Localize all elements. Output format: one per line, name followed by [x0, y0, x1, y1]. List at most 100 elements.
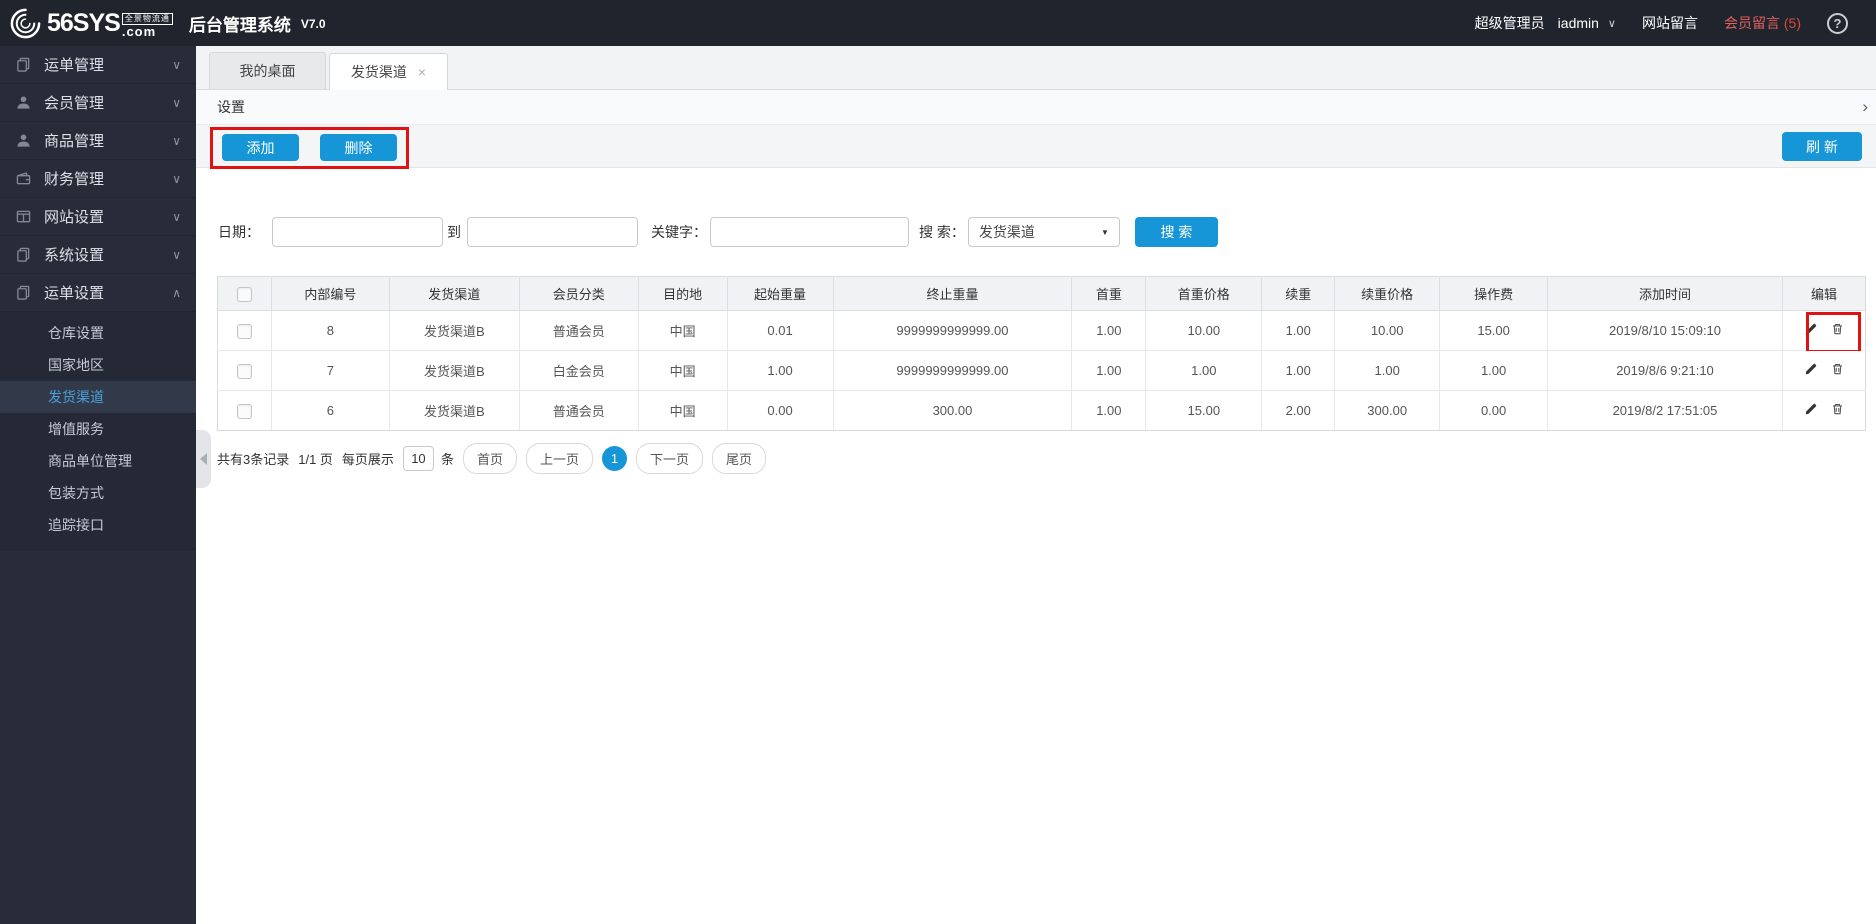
current-page-button[interactable]: 1: [601, 446, 627, 471]
delete-trash-icon[interactable]: [1831, 322, 1844, 336]
first-page-button[interactable]: 首页: [462, 443, 517, 474]
cell-first-price: 1.00: [1145, 350, 1263, 391]
keyword-input[interactable]: [710, 217, 909, 247]
date-from-input[interactable]: [272, 217, 443, 247]
col-destination: 目的地: [637, 276, 728, 311]
next-page-button[interactable]: 下一页: [635, 443, 703, 474]
row-checkbox[interactable]: [236, 403, 252, 419]
cell-added-time: 2019/8/2 17:51:05: [1547, 390, 1783, 431]
sidebar-collapse-handle[interactable]: [196, 430, 211, 488]
user-icon: [16, 133, 33, 148]
filter-row: 日期： 到 关键字： 搜 索： 发货渠道 ▼ 搜 索: [218, 217, 1218, 247]
submenu-item-value-added[interactable]: 增值服务: [0, 413, 196, 445]
col-added-time: 添加时间: [1547, 276, 1783, 311]
cell-channel: 发货渠道B: [388, 310, 520, 351]
toolbar: 添加 删除 刷 新: [196, 125, 1876, 169]
cell-destination: 中国: [637, 350, 728, 391]
cell-channel: 发货渠道B: [388, 390, 520, 431]
to-label: 到: [447, 224, 461, 240]
cell-destination: 中国: [637, 310, 728, 351]
chevron-down-icon: ∨: [172, 171, 181, 186]
submenu-item-product-unit[interactable]: 商品单位管理: [0, 445, 196, 477]
cell-first-weight: 1.00: [1071, 310, 1147, 351]
per-page-label: 每页展示: [341, 452, 394, 467]
member-messages-link[interactable]: 会员留言 (5): [1724, 13, 1801, 33]
sidebar-item-label: 系统设置: [44, 247, 105, 264]
submenu-item-tracking-api[interactable]: 追踪接口: [0, 509, 196, 541]
cell-added-time: 2019/8/6 9:21:10: [1547, 350, 1783, 391]
sidebar-item-product-mgmt[interactable]: 商品管理 ∨: [0, 122, 196, 160]
col-edit: 编辑: [1781, 276, 1867, 311]
date-to-input[interactable]: [467, 217, 638, 247]
edit-pencil-icon[interactable]: [1804, 362, 1818, 376]
per-page-input[interactable]: 10: [402, 446, 434, 471]
cell-internal-id: 6: [270, 390, 390, 431]
table-row: 8 发货渠道B 普通会员 中国 0.01 9999999999999.00 1.…: [217, 310, 1867, 353]
sidebar-item-label: 商品管理: [44, 133, 105, 150]
sidebar-item-site-settings[interactable]: 网站设置 ∨: [0, 198, 196, 236]
cell-added-time: 2019/8/10 15:09:10: [1547, 310, 1783, 351]
close-icon[interactable]: ×: [418, 64, 426, 80]
cell-handling-fee: 1.00: [1439, 350, 1549, 391]
tab-shipping-channel[interactable]: 发货渠道 ×: [329, 53, 448, 90]
cell-first-weight: 1.00: [1071, 390, 1147, 431]
add-button[interactable]: 添加: [222, 134, 299, 161]
search-type-select[interactable]: 发货渠道 ▼: [967, 217, 1120, 247]
app-version: V7.0: [300, 17, 326, 31]
site-messages-link[interactable]: 网站留言: [1642, 13, 1698, 33]
cell-handling-fee: 0.00: [1439, 390, 1549, 431]
sidebar-item-label: 财务管理: [44, 171, 105, 188]
search-type-label: 搜 索：: [919, 224, 965, 240]
select-all-checkbox[interactable]: [236, 286, 252, 302]
cell-next-weight: 1.00: [1261, 350, 1336, 391]
delete-trash-icon[interactable]: [1831, 362, 1844, 376]
row-checkbox[interactable]: [236, 363, 252, 379]
main-content: 我的桌面 发货渠道 × 设置 › 添加 删除 刷 新 日期： 到 关键字： 搜 …: [196, 46, 1876, 924]
pagination: 共有3条记录 1/1 页 每页展示 10 条 首页 上一页 1 下一页 尾页: [217, 443, 767, 474]
col-handling-fee: 操作费: [1439, 276, 1549, 311]
chevron-down-icon: ∨: [172, 133, 181, 148]
sidebar-item-waybill-settings[interactable]: 运单设置 ∧: [0, 274, 196, 312]
cell-start-weight: 1.00: [726, 350, 834, 391]
cell-handling-fee: 15.00: [1439, 310, 1549, 351]
submenu-item-shipping-channel[interactable]: 发货渠道: [0, 381, 196, 413]
user-menu[interactable]: 超级管理员 iadmin ∨: [1475, 13, 1616, 33]
delete-trash-icon[interactable]: [1831, 402, 1844, 416]
user-icon: [16, 95, 33, 110]
search-button[interactable]: 搜 索: [1134, 217, 1218, 247]
tab-my-desktop[interactable]: 我的桌面: [209, 52, 326, 89]
row-checkbox[interactable]: [236, 323, 252, 339]
submenu-item-packaging[interactable]: 包装方式: [0, 477, 196, 509]
chevron-right-icon[interactable]: ›: [1862, 97, 1868, 117]
sidebar-item-waybill-mgmt[interactable]: 运单管理 ∨: [0, 46, 196, 84]
section-bar: 设置 ›: [196, 90, 1876, 125]
last-page-button[interactable]: 尾页: [712, 443, 767, 474]
table-row: 6 发货渠道B 普通会员 中国 0.00 300.00 1.00 15.00 2…: [217, 390, 1867, 431]
col-end-weight: 终止重量: [832, 276, 1073, 311]
table-row: 7 发货渠道B 白金会员 中国 1.00 9999999999999.00 1.…: [217, 350, 1867, 391]
cell-first-price: 10.00: [1145, 310, 1263, 351]
chevron-down-icon: ∨: [172, 57, 181, 72]
cell-next-weight: 1.00: [1261, 310, 1336, 351]
section-title: 设置: [217, 99, 245, 115]
submenu-item-country[interactable]: 国家地区: [0, 349, 196, 381]
help-icon[interactable]: ?: [1827, 12, 1848, 34]
tab-label: 我的桌面: [239, 63, 296, 79]
record-summary: 共有3条记录: [217, 452, 290, 467]
chevron-down-icon: ∨: [172, 209, 181, 224]
prev-page-button[interactable]: 上一页: [525, 443, 593, 474]
sidebar-item-system-settings[interactable]: 系统设置 ∨: [0, 236, 196, 274]
refresh-button[interactable]: 刷 新: [1782, 132, 1862, 161]
user-name: iadmin: [1557, 15, 1599, 31]
cell-internal-id: 7: [270, 350, 390, 391]
sidebar-item-finance-mgmt[interactable]: 财务管理 ∨: [0, 160, 196, 198]
submenu-item-warehouse[interactable]: 仓库设置: [0, 317, 196, 349]
cell-next-price: 300.00: [1334, 390, 1441, 431]
cell-internal-id: 8: [270, 310, 390, 351]
edit-pencil-icon[interactable]: [1804, 402, 1818, 416]
edit-pencil-icon[interactable]: [1804, 322, 1818, 336]
sidebar-item-member-mgmt[interactable]: 会员管理 ∨: [0, 84, 196, 122]
delete-button[interactable]: 删除: [320, 134, 397, 161]
document-icon: [16, 57, 33, 72]
cell-start-weight: 0.00: [726, 390, 834, 431]
